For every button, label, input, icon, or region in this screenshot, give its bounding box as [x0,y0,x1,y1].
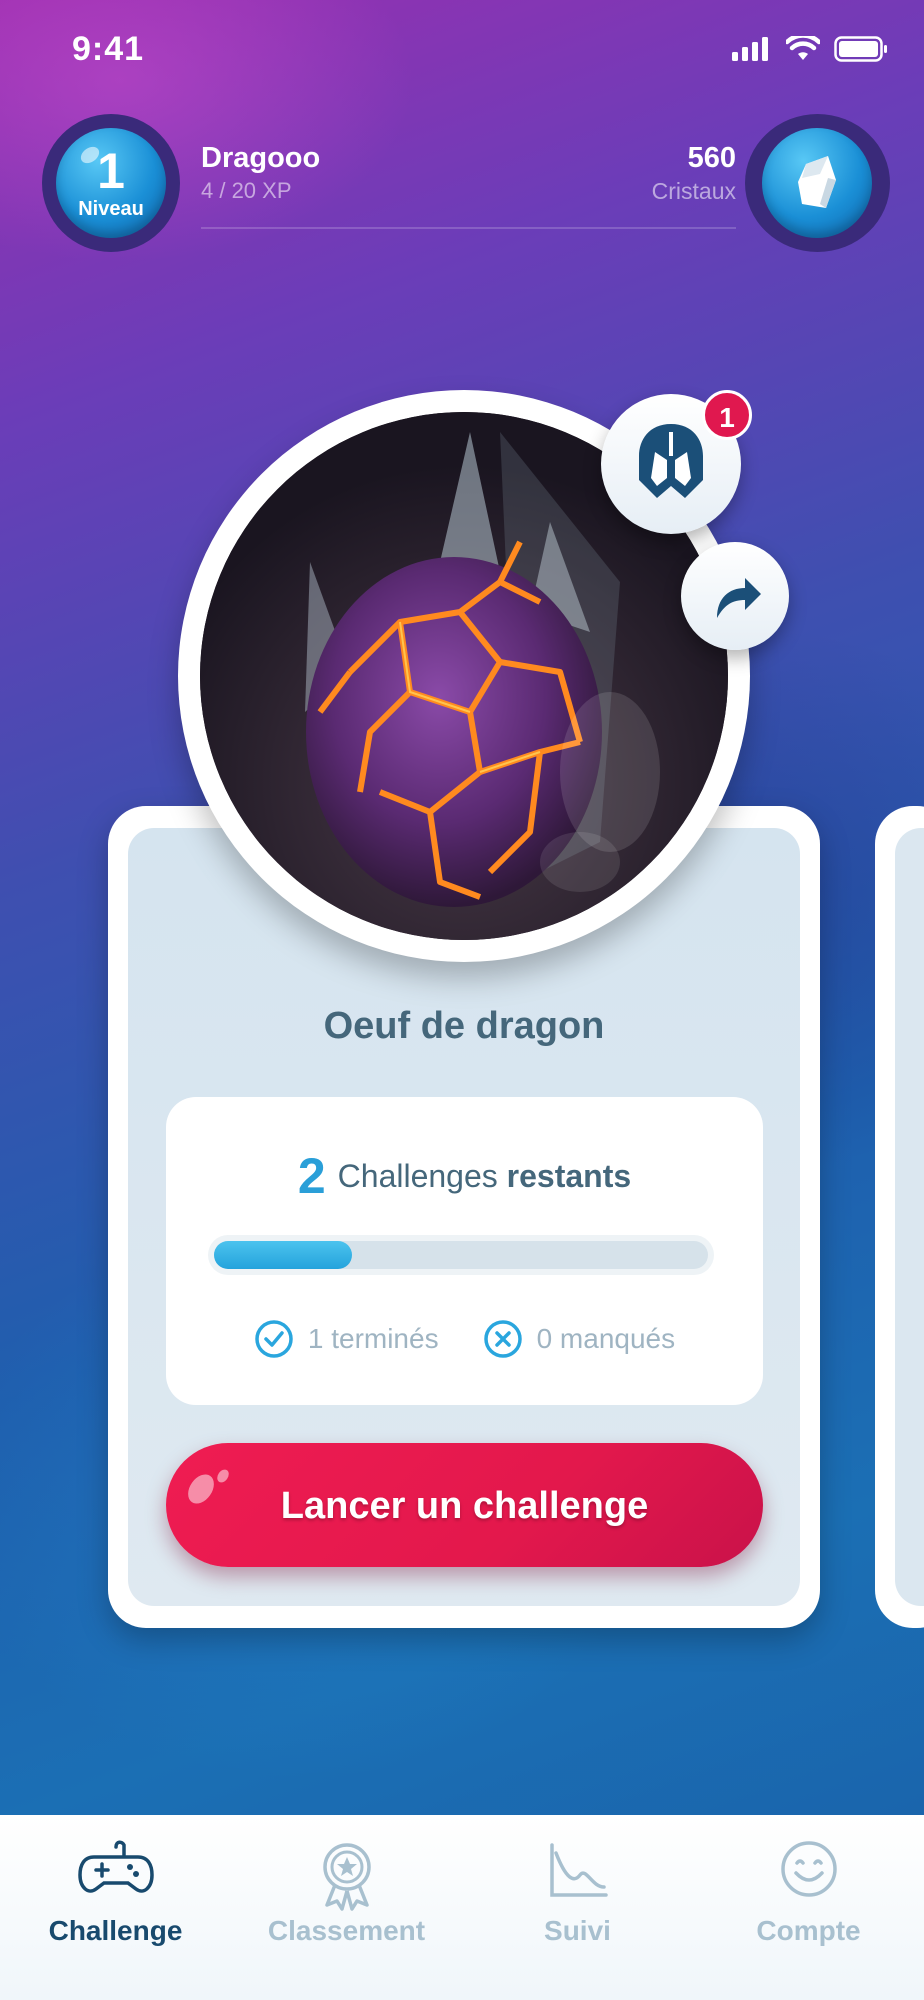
completed-text: 1 terminés [307,1323,439,1354]
missed-stat: 0 manqués [483,1319,676,1359]
status-time: 9:41 [72,30,145,68]
check-circle-icon [255,1320,293,1358]
launch-challenge-label: Lancer un challenge [280,1485,649,1527]
smiley-icon [780,1841,837,1897]
next-card-peek[interactable] [875,806,924,1628]
tab-compte[interactable]: Compte [693,1815,924,2000]
tab-challenge[interactable]: Challenge [0,1815,231,2000]
tab-suivi[interactable]: Suivi [462,1815,693,2000]
xp-progress-text: 4 / 20 XP [201,178,292,203]
challenge-progress-panel: 2 Challenges restants 1 terminés 0 manqué… [166,1097,763,1405]
remaining-strong: restants [506,1158,632,1194]
challenge-stats: 1 terminés 0 manqués [166,1319,763,1359]
x-circle-icon [483,1320,522,1358]
status-icons [732,36,888,62]
egg-title: Oeuf de dragon [323,1005,605,1047]
tab-compte-label: Compte [756,1915,861,1946]
wifi-icon [786,36,820,60]
crystal-icon [798,156,836,208]
battery-icon [834,36,887,62]
share-button[interactable] [681,542,789,650]
level-number: 1 [97,143,125,199]
crystal-button[interactable] [745,114,890,252]
remaining-text: Challenges [337,1158,498,1194]
chart-icon [549,1843,608,1897]
notification-badge: 1 [702,390,752,440]
remaining-count: 2 [297,1148,326,1204]
signal-icon [732,37,768,61]
status-bar: 9:41 [0,0,924,100]
tab-classement-label: Classement [267,1915,426,1946]
username: Dragooo [201,142,321,174]
missed-text: 0 manqués [536,1323,676,1354]
share-arrow-icon [717,578,761,618]
gamepad-icon [77,1840,154,1893]
award-icon [322,1843,371,1911]
level-badge[interactable]: 1 Niveau [42,114,180,252]
app-screen: 9:41 1 Niveau Dragooo 4 / 20 XP 560 Cris… [0,0,924,2000]
launch-challenge-button[interactable]: Lancer un challenge [166,1443,763,1567]
header-divider [201,227,736,229]
tab-classement[interactable]: Classement [231,1815,462,2000]
bottom-tab-bar: Challenge Classement Suivi Compte [0,1815,924,2000]
crystal-count: 560 [687,142,736,174]
completed-stat: 1 terminés [254,1319,439,1359]
progress-bar-fill [214,1241,353,1269]
remaining-challenges: 2 Challenges restants [166,1147,763,1205]
level-label: Niveau [78,198,144,220]
crystal-label: Cristaux [651,178,736,204]
tab-challenge-label: Challenge [48,1915,183,1946]
tab-suivi-label: Suivi [544,1915,611,1946]
progress-bar [214,1241,708,1269]
